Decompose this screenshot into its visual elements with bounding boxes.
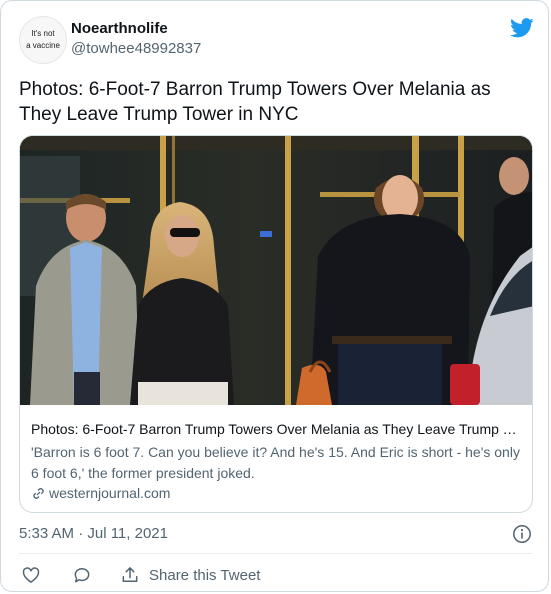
share-icon (122, 567, 138, 582)
link-icon (33, 487, 44, 499)
like-button[interactable] (21, 564, 41, 586)
reply-button[interactable] (72, 564, 92, 586)
link-preview-card[interactable]: Photos: 6-Foot-7 Barron Trump Towers Ove… (19, 135, 533, 513)
street-photo-image (20, 136, 532, 405)
share-label: Share this Tweet (149, 566, 261, 584)
avatar-text-line1: It's not (31, 29, 55, 38)
tweet-embed-card: It's not a vaccine Noearthnolife @towhee… (0, 0, 549, 592)
info-icon[interactable] (512, 524, 532, 544)
comment-icon (74, 568, 90, 583)
tweet-text: Photos: 6-Foot-7 Barron Trump Towers Ove… (19, 79, 491, 125)
link-title[interactable]: Photos: 6-Foot-7 Barron Trump Towers Ove… (31, 421, 521, 437)
link-domain[interactable]: westernjournal.com (31, 485, 170, 501)
avatar[interactable]: It's not a vaccine (19, 16, 67, 64)
author-display-name[interactable]: Noearthnolife (71, 20, 168, 37)
link-domain-text: westernjournal.com (49, 485, 171, 501)
heart-icon (22, 567, 40, 583)
divider (19, 553, 532, 554)
link-description: 'Barron is 6 foot 7. Can you believe it?… (31, 444, 520, 481)
author-handle[interactable]: @towhee48992837 (71, 40, 201, 57)
tweet-timestamp[interactable]: 5:33 AM · Jul 11, 2021 (19, 525, 168, 542)
twitter-bird-icon[interactable] (510, 18, 534, 38)
share-tweet-button[interactable]: Share this Tweet (120, 564, 260, 586)
avatar-text-line2: a vaccine (26, 41, 60, 50)
